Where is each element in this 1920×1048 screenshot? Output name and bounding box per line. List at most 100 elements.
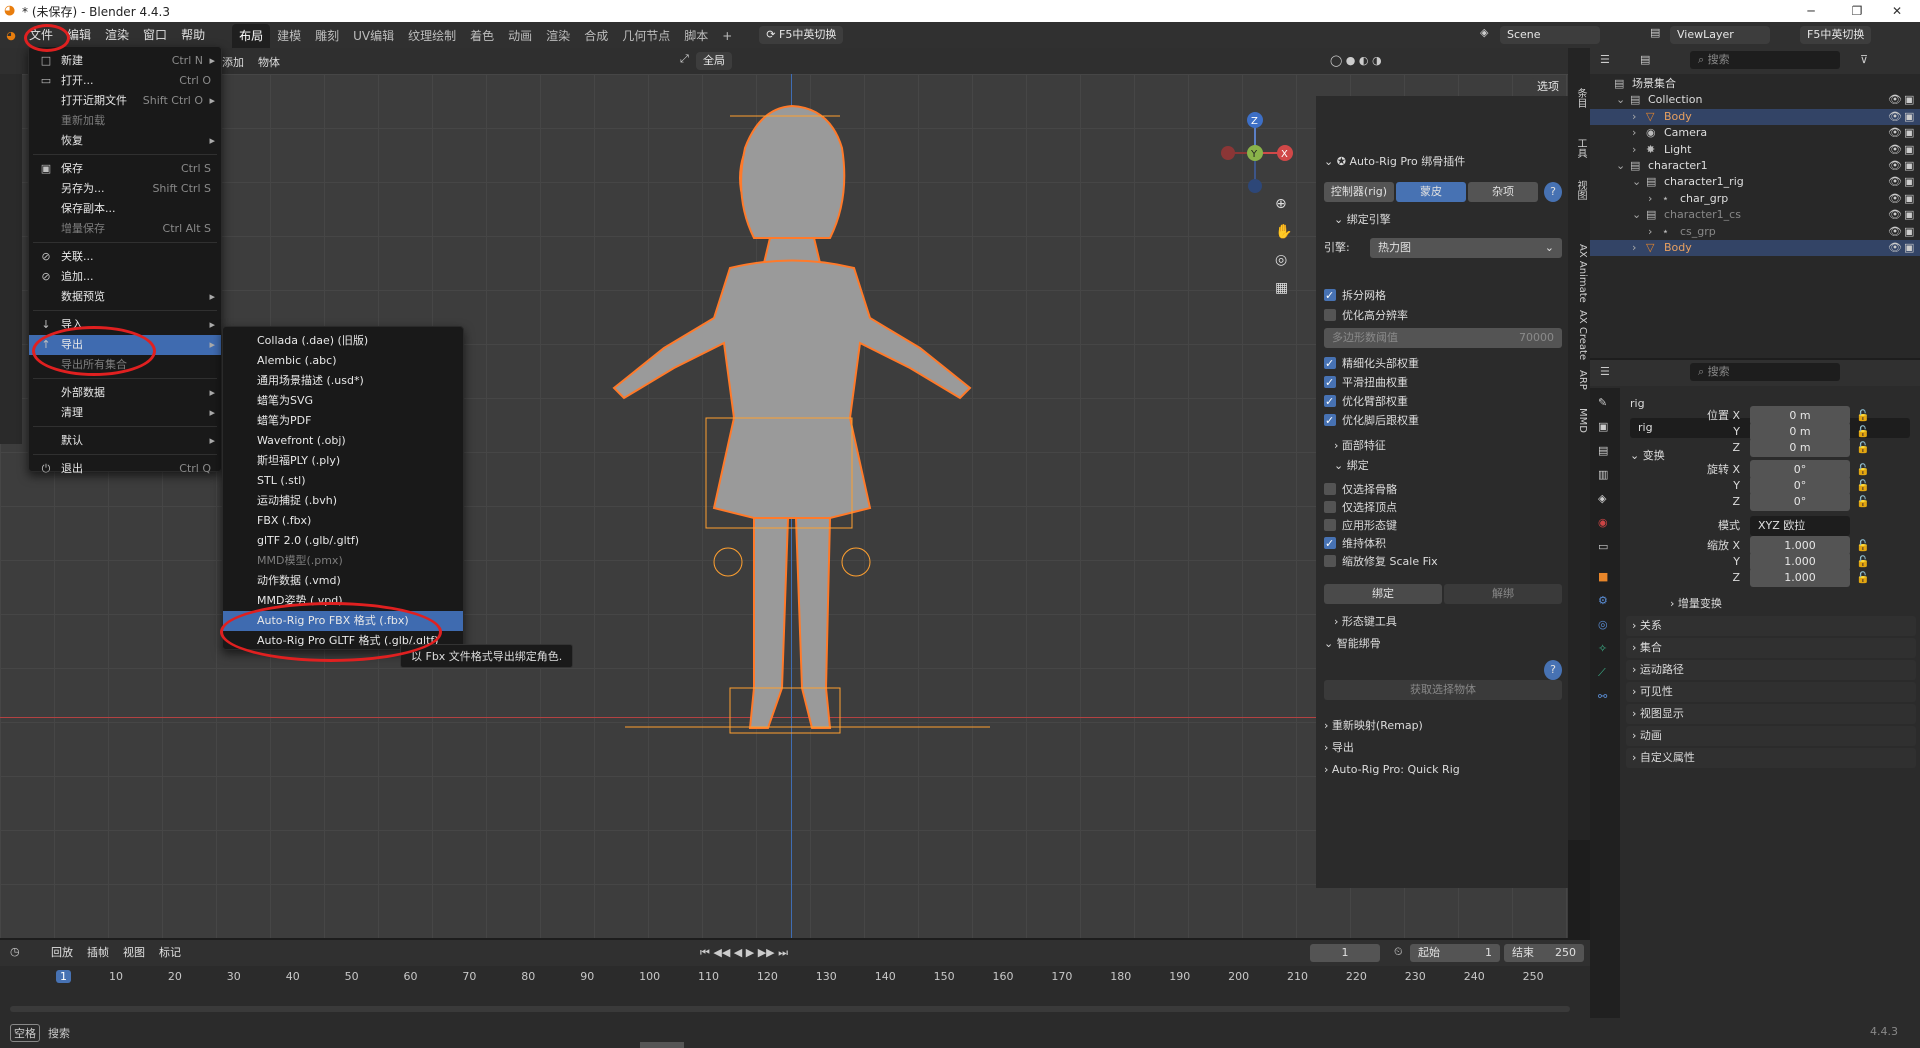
render-camera-icon[interactable]: ▣ <box>1904 240 1914 256</box>
file-menu-item-9[interactable]: ⊘ 关联... <box>29 247 221 267</box>
checkbox[interactable] <box>1324 555 1336 567</box>
ime-toggle-button[interactable]: ⟳ F5中英切换 <box>759 26 844 44</box>
properties-section-4[interactable]: › 视图显示 <box>1626 704 1916 724</box>
outliner-row-6[interactable]: ⌄ ▤ character1_rig 👁 ▣ <box>1590 174 1920 190</box>
visibility-eye-icon[interactable]: 👁 <box>1888 109 1902 125</box>
workspace-tab-3[interactable]: UV编辑 <box>346 24 401 48</box>
shape-key-tools-section[interactable]: › 形态键工具 <box>1334 612 1397 632</box>
export-item-12[interactable]: 动作数据 (.vmd) <box>223 571 463 591</box>
visibility-eye-icon[interactable]: 👁 <box>1888 191 1902 207</box>
visibility-eye-icon[interactable]: 👁 <box>1888 92 1902 108</box>
expand-arrow-icon[interactable]: ⌄ <box>1616 92 1625 108</box>
expand-arrow-icon[interactable]: › <box>1632 125 1636 141</box>
workspace-tab-7[interactable]: 渲染 <box>539 24 577 48</box>
export-item-4[interactable]: 蜡笔为PDF <box>223 411 463 431</box>
sidebar-tab-1[interactable]: 工具 <box>1570 138 1588 158</box>
bind-engine-section[interactable]: ⌄ 绑定引擎 <box>1334 210 1391 230</box>
properties-section-1[interactable]: › 集合 <box>1626 638 1916 658</box>
render-camera-icon[interactable]: ▣ <box>1904 224 1914 240</box>
lock-icon[interactable]: 🔓 <box>1856 438 1870 458</box>
tab-skin[interactable]: 蒙皮 <box>1396 182 1466 202</box>
checkbox-row-4[interactable]: 缩放修复 Scale Fix <box>1324 552 1438 572</box>
start-frame-field[interactable]: 起始 1 <box>1410 944 1500 962</box>
checkbox[interactable] <box>1324 411 1336 431</box>
file-menu-item-0[interactable]: □ 新建 Ctrl N ▸ <box>29 51 221 71</box>
minimize-button[interactable]: ─ <box>1788 0 1834 22</box>
workspace-tab-9[interactable]: 几何节点 <box>615 24 677 48</box>
viewlayer-selector[interactable]: ViewLayer <box>1670 26 1770 44</box>
end-frame-field[interactable]: 结束 250 <box>1504 944 1584 962</box>
clock-icon[interactable]: ◷ <box>10 945 20 958</box>
file-menu-item-1[interactable]: ▭ 打开... Ctrl O <box>29 71 221 91</box>
export-item-2[interactable]: 通用场景描述 (.usd*) <box>223 371 463 391</box>
blender-menu-icon[interactable]: ◕ <box>0 29 22 42</box>
sidebar-tab-3[interactable]: AX Animate <box>1570 244 1588 303</box>
timeline-scrollbar[interactable] <box>10 1006 1570 1012</box>
outliner-search-input[interactable]: ⌕ 搜索 <box>1690 51 1840 69</box>
file-menu-item-17[interactable]: 默认 ▸ <box>29 431 221 451</box>
sidebar-tab-2[interactable]: 视图 <box>1570 180 1588 200</box>
bind-button[interactable]: 绑定 <box>1324 584 1442 604</box>
checkbox-row-3[interactable]: 维持体积 <box>1324 534 1386 554</box>
ortho-grid-icon[interactable]: ▦ <box>1275 280 1288 296</box>
checkbox-row-3[interactable]: 优化脚后跟权重 <box>1324 411 1419 431</box>
menu-3[interactable]: 窗口 <box>136 22 174 48</box>
transform-value-field[interactable]: 1.000 <box>1750 568 1850 587</box>
export-item-7[interactable]: STL (.stl) <box>223 471 463 491</box>
outliner-row-3[interactable]: › ◉ Camera 👁 ▣ <box>1590 125 1920 141</box>
smart-help-button[interactable]: ? <box>1544 660 1562 680</box>
checkbox-row-0[interactable]: 拆分网格 <box>1324 286 1386 306</box>
render-camera-icon[interactable]: ▣ <box>1904 109 1914 125</box>
filter-icon[interactable]: ⊽ <box>1860 53 1868 66</box>
file-menu-item-10[interactable]: ⊘ 追加... <box>29 267 221 287</box>
current-frame-field[interactable]: 1 <box>1310 944 1380 962</box>
world-tab-icon[interactable]: ◉ <box>1598 516 1608 529</box>
outliner-row-10[interactable]: › ▽ Body 👁 ▣ <box>1590 240 1920 256</box>
view-layer-tab-icon[interactable]: ▥ <box>1598 468 1608 481</box>
visibility-eye-icon[interactable]: 👁 <box>1888 142 1902 158</box>
output-tab-icon[interactable]: ▤ <box>1598 444 1608 457</box>
delta-transform-section[interactable]: › 增量变换 <box>1670 594 1722 614</box>
properties-section-3[interactable]: › 可见性 <box>1626 682 1916 702</box>
sidebar-tab-6[interactable]: MMD <box>1570 408 1588 433</box>
bone-tab-icon[interactable]: ⟋ <box>1598 666 1606 680</box>
export-item-10[interactable]: glTF 2.0 (.glb/.gltf) <box>223 531 463 551</box>
add-menu[interactable]: 添加 <box>222 54 244 70</box>
expand-arrow-icon[interactable]: ⌄ <box>1632 207 1641 223</box>
armature-tab-icon[interactable]: ✧ <box>1598 642 1607 655</box>
editor-type-icon[interactable]: ☰ <box>1600 365 1610 378</box>
expand-arrow-icon[interactable]: ⌄ <box>1632 174 1641 190</box>
visibility-eye-icon[interactable]: 👁 <box>1888 174 1902 190</box>
quick-rig-section[interactable]: › Auto-Rig Pro: Quick Rig <box>1324 760 1460 780</box>
engine-select[interactable]: 热力图 ⌄ <box>1370 238 1562 258</box>
editor-type-icon[interactable]: ☰ <box>1600 53 1610 66</box>
expand-arrow-icon[interactable]: › <box>1648 224 1652 240</box>
file-menu-item-18[interactable]: ⏻ 退出 Ctrl Q <box>29 459 221 479</box>
remap-section[interactable]: › 重新映射(Remap) <box>1324 716 1423 736</box>
pan-hand-icon[interactable]: ✋ <box>1275 224 1292 240</box>
object-menu[interactable]: 物体 <box>258 54 280 70</box>
file-menu-item-11[interactable]: 数据预览 ▸ <box>29 287 221 307</box>
workspace-tab-10[interactable]: 脚本 <box>677 24 715 48</box>
properties-section-5[interactable]: › 动画 <box>1626 726 1916 746</box>
modifier-tab-icon[interactable]: ⚙ <box>1598 594 1608 607</box>
character-model[interactable] <box>530 88 1050 748</box>
ime-toggle-button-2[interactable]: F5中英切换 <box>1800 26 1872 44</box>
expand-arrow-icon[interactable]: ⌄ <box>1616 158 1625 174</box>
timeline-menu-0[interactable]: 回放 <box>44 940 80 966</box>
export-item-9[interactable]: FBX (.fbx) <box>223 511 463 531</box>
render-camera-icon[interactable]: ▣ <box>1904 92 1914 108</box>
render-camera-icon[interactable]: ▣ <box>1904 191 1914 207</box>
menu-4[interactable]: 帮助 <box>174 22 212 48</box>
lock-icon[interactable]: 🔓 <box>1856 568 1870 588</box>
bind-section[interactable]: ⌄ 绑定 <box>1334 456 1369 476</box>
smart-rig-section[interactable]: ⌄ 智能绑骨 <box>1324 634 1381 654</box>
workspace-tab-1[interactable]: 建模 <box>270 24 308 48</box>
checkbox[interactable] <box>1324 534 1336 554</box>
expand-arrow-icon[interactable]: › <box>1632 142 1636 158</box>
workspace-tab-8[interactable]: 合成 <box>577 24 615 48</box>
export-section[interactable]: › 导出 <box>1324 738 1354 758</box>
navigation-gizmo[interactable]: Z X Y <box>1210 108 1300 198</box>
outliner-row-9[interactable]: › ⋆ cs_grp 👁 ▣ <box>1590 224 1920 240</box>
lock-icon[interactable]: 🔓 <box>1856 492 1870 512</box>
